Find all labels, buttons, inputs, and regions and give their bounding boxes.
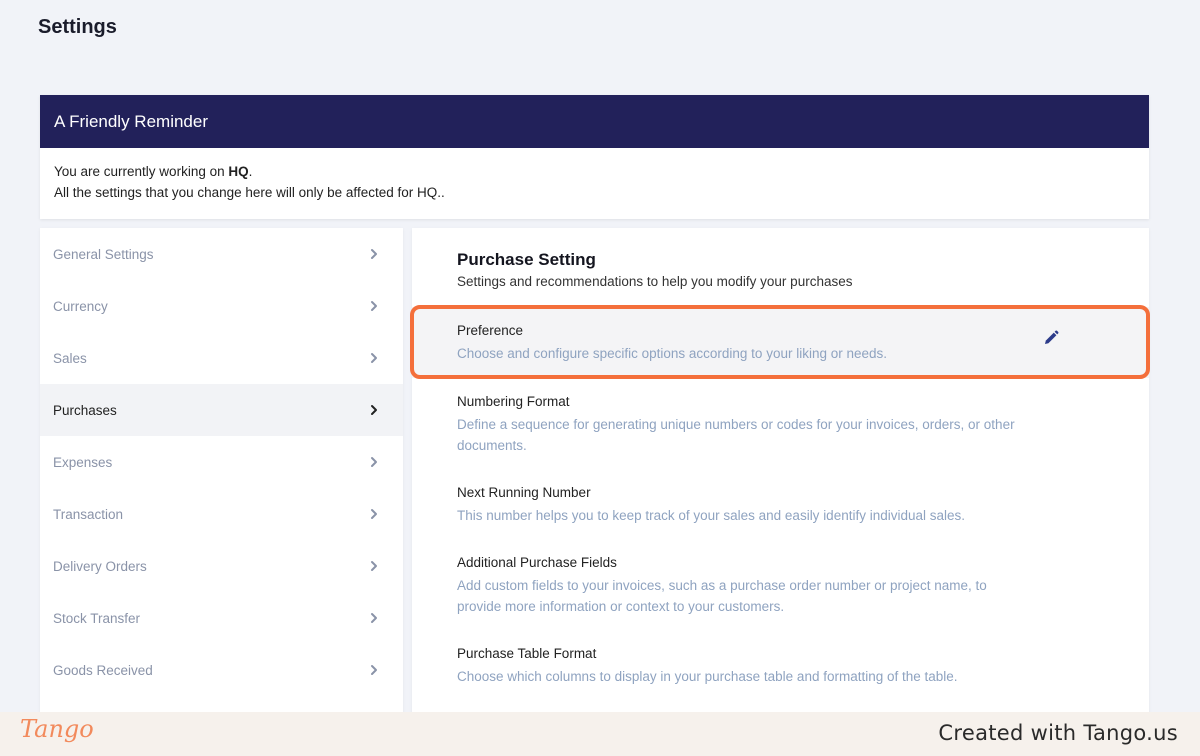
content-title: Purchase Setting [457,250,596,269]
settings-sidebar: General Settings Currency Sales Purchase… [40,228,403,718]
friendly-reminder-card: A Friendly Reminder You are currently wo… [40,95,1149,219]
sidebar-item-label: Currency [53,298,108,314]
chevron-right-icon [367,403,381,417]
reminder-line-1: You are currently working on HQ. [54,161,1149,182]
chevron-right-icon [367,663,381,677]
chevron-right-icon [367,611,381,625]
page-title: Settings [38,16,117,38]
reminder-line-1-suffix: . [248,164,253,179]
reminder-title: A Friendly Reminder [40,95,1149,148]
sidebar-item-transaction[interactable]: Transaction [40,488,403,540]
sidebar-item-label: Stock Transfer [53,610,141,626]
tango-credit: Created with Tango.us [938,721,1178,745]
tango-footer: Tango Created with Tango.us [0,712,1200,756]
sidebar-item-purchases[interactable]: Purchases [40,384,403,436]
content-subtitle: Settings and recommendations to help you… [457,274,853,289]
setting-name: Purchase Table Format [457,646,597,661]
sidebar-item-label: Purchases [53,402,117,418]
sidebar-item-label: General Settings [53,246,154,262]
setting-desc: This number helps you to keep track of y… [457,508,966,523]
sidebar-item-label: Sales [53,350,87,366]
chevron-right-icon [367,559,381,573]
reminder-branch-name: HQ [228,164,249,179]
chevron-right-icon [367,351,381,365]
highlight-annotation [410,305,1150,379]
chevron-right-icon [367,247,381,261]
sidebar-item-delivery-orders[interactable]: Delivery Orders [40,540,403,592]
reminder-body: You are currently working on HQ. All the… [40,148,1149,203]
sidebar-item-label: Transaction [53,506,124,522]
setting-desc: Add custom fields to your invoices, such… [457,578,987,614]
setting-next-running-number[interactable]: Next Running Number This number helps yo… [457,485,1017,526]
tango-logo: Tango [20,715,94,743]
sidebar-item-label: Delivery Orders [53,558,147,574]
setting-name: Next Running Number [457,485,591,500]
sidebar-item-general-settings[interactable]: General Settings [40,228,403,280]
setting-desc: Define a sequence for generating unique … [457,417,1015,453]
chevron-right-icon [367,455,381,469]
reminder-line-1-prefix: You are currently working on [54,164,229,179]
sidebar-item-goods-received[interactable]: Goods Received [40,644,403,696]
app-window: Settings A Friendly Reminder You are cur… [0,0,1200,718]
sidebar-item-label: Goods Received [53,662,153,678]
purchase-setting-panel: Purchase Setting Settings and recommenda… [412,228,1149,718]
chevron-right-icon [367,299,381,313]
reminder-line-2: All the settings that you change here wi… [54,185,445,200]
sidebar-item-sales[interactable]: Sales [40,332,403,384]
setting-numbering-format[interactable]: Numbering Format Define a sequence for g… [457,394,1017,456]
setting-name: Additional Purchase Fields [457,555,617,570]
setting-purchase-table-format[interactable]: Purchase Table Format Choose which colum… [457,646,1017,687]
setting-desc: Choose which columns to display in your … [457,669,958,684]
sidebar-item-expenses[interactable]: Expenses [40,436,403,488]
setting-name: Numbering Format [457,394,570,409]
chevron-right-icon [367,507,381,521]
sidebar-item-label: Expenses [53,454,113,470]
setting-additional-purchase-fields[interactable]: Additional Purchase Fields Add custom fi… [457,555,1017,617]
sidebar-item-currency[interactable]: Currency [40,280,403,332]
sidebar-item-stock-transfer[interactable]: Stock Transfer [40,592,403,644]
